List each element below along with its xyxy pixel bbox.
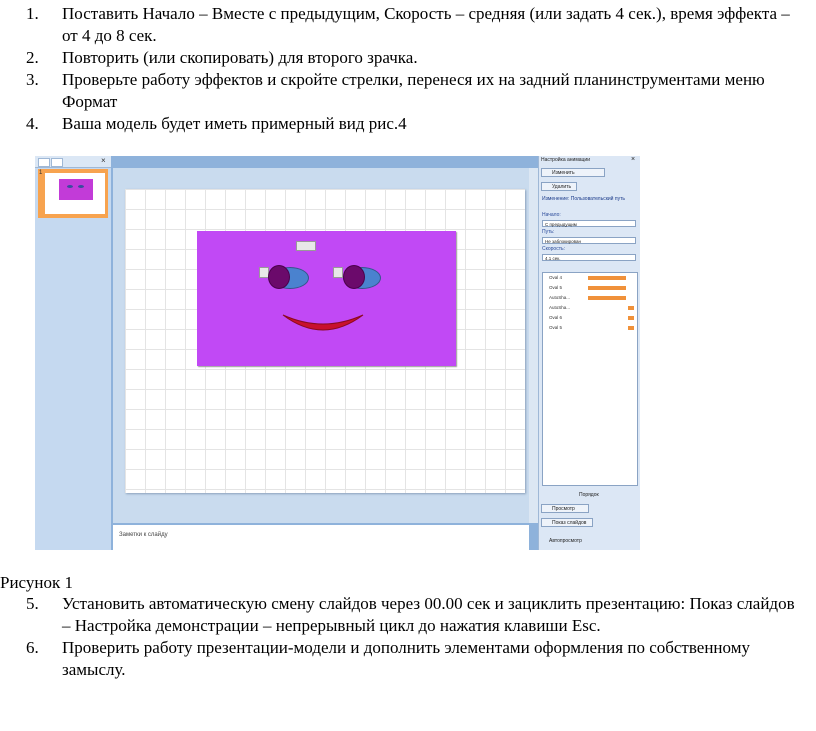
effect-timing-bar[interactable] bbox=[588, 296, 626, 300]
list-item: 2. Повторить (или скопировать) для второг… bbox=[0, 47, 802, 69]
effect-name: Изменение: Пользовательский путь bbox=[542, 196, 625, 202]
steps-list-bottom: 5. Установить автоматическую смену слайдо… bbox=[0, 593, 802, 681]
effect-item[interactable]: AutoSha... bbox=[549, 295, 570, 300]
vertical-scrollbar[interactable] bbox=[529, 168, 538, 523]
list-item: 6. Проверить работу презентации-модели и … bbox=[0, 637, 802, 681]
close-icon[interactable]: × bbox=[101, 156, 106, 165]
slide-thumbnail[interactable]: 1 bbox=[38, 169, 108, 218]
pane-title: Настройка анимации bbox=[541, 157, 591, 163]
speed-select[interactable]: 4.1 сек. bbox=[542, 254, 636, 261]
play-button[interactable]: Просмотр bbox=[541, 504, 589, 513]
custom-animation-pane: Настройка анимации × Изменить Удалить Из… bbox=[538, 156, 640, 550]
figure-caption: Рисунок 1 bbox=[0, 573, 73, 592]
slide-editor bbox=[113, 168, 529, 523]
item-number: 5. bbox=[26, 594, 39, 613]
effect-item[interactable]: Oval 5 bbox=[549, 325, 562, 330]
item-text: Проверьте работу эффектов и скройте стре… bbox=[62, 70, 765, 111]
panel-tabs[interactable]: × bbox=[35, 156, 111, 168]
slideshow-button[interactable]: Показ слайдов bbox=[541, 518, 593, 527]
slide-number: 1 bbox=[39, 170, 43, 176]
effect-timing-bar[interactable] bbox=[628, 306, 634, 310]
powerpoint-screenshot: × 1 Заметки к слайду Настройка анимации … bbox=[35, 156, 640, 550]
effect-timing-bar[interactable] bbox=[628, 316, 634, 320]
path-select[interactable]: Не заблокирован bbox=[542, 237, 636, 244]
effects-list[interactable]: Oval 4 Oval 5 AutoSha... AutoSha... Oval… bbox=[542, 272, 638, 486]
thumbnail-eye bbox=[78, 185, 84, 188]
effect-item[interactable]: Oval 4 bbox=[549, 275, 562, 280]
reorder-label: Порядок bbox=[579, 492, 599, 498]
animation-tag[interactable] bbox=[296, 241, 316, 251]
path-label: Путь: bbox=[542, 229, 555, 235]
list-item: 1. Поставить Начало – Вместе с предыдущим… bbox=[0, 3, 802, 47]
left-pupil[interactable] bbox=[268, 265, 290, 289]
right-pupil[interactable] bbox=[343, 265, 365, 289]
item-number: 3. bbox=[26, 70, 39, 89]
start-select[interactable]: С предыдущим bbox=[542, 220, 636, 227]
list-item: 5. Установить автоматическую смену слайдо… bbox=[0, 593, 802, 637]
effect-item[interactable]: Oval 6 bbox=[549, 315, 562, 320]
steps-list-top: 1. Поставить Начало – Вместе с предыдущим… bbox=[0, 3, 802, 135]
item-text: Повторить (или скопировать) для второго … bbox=[62, 48, 418, 67]
start-label: Начало: bbox=[542, 212, 561, 218]
autopreview-checkbox[interactable]: Автопросмотр bbox=[549, 538, 582, 544]
effect-item[interactable]: AutoSha... bbox=[549, 305, 570, 310]
close-icon[interactable]: × bbox=[631, 156, 635, 163]
change-effect-button[interactable]: Изменить bbox=[541, 168, 605, 177]
effect-timing-bar[interactable] bbox=[628, 326, 634, 330]
slides-tab[interactable] bbox=[38, 158, 50, 167]
outline-tab[interactable] bbox=[51, 158, 63, 167]
face-rectangle[interactable] bbox=[197, 231, 456, 366]
list-item: 3. Проверьте работу эффектов и скройте ст… bbox=[0, 69, 802, 113]
speed-label: Скорость: bbox=[542, 246, 565, 252]
item-number: 6. bbox=[26, 638, 39, 657]
notes-pane[interactable]: Заметки к слайду bbox=[113, 525, 529, 550]
item-number: 1. bbox=[26, 4, 39, 23]
notes-placeholder: Заметки к слайду bbox=[119, 532, 168, 538]
remove-button[interactable]: Удалить bbox=[541, 182, 577, 191]
item-text: Поставить Начало – Вместе с предыдущим, … bbox=[62, 4, 790, 45]
smile-arc[interactable] bbox=[281, 311, 365, 337]
item-number: 4. bbox=[26, 114, 39, 133]
item-text: Установить автоматическую смену слайдов … bbox=[62, 594, 795, 635]
item-text: Ваша модель будет иметь примерный вид ри… bbox=[62, 114, 407, 133]
effect-item[interactable]: Oval 5 bbox=[549, 285, 562, 290]
thumbnail-canvas bbox=[45, 173, 105, 214]
thumbnail-eye bbox=[67, 185, 73, 188]
animation-tag[interactable] bbox=[333, 267, 343, 278]
effect-timing-bar[interactable] bbox=[588, 286, 626, 290]
slide-canvas[interactable] bbox=[125, 189, 525, 493]
item-text: Проверить работу презентации-модели и до… bbox=[62, 638, 750, 679]
list-item: 4. Ваша модель будет иметь примерный вид … bbox=[0, 113, 802, 135]
item-number: 2. bbox=[26, 48, 39, 67]
thumbnail-face bbox=[59, 179, 93, 200]
slides-panel: × 1 bbox=[35, 156, 111, 550]
effect-timing-bar[interactable] bbox=[588, 276, 626, 280]
